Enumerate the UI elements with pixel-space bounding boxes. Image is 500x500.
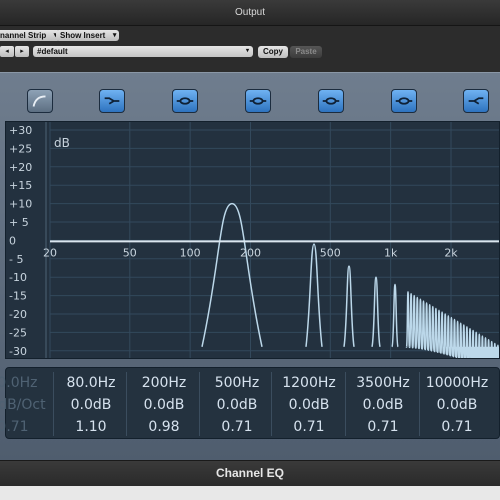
- channel-strip-menu[interactable]: nannel Strip ▾: [0, 30, 61, 41]
- spectrum-peak: [421, 300, 426, 350]
- band-5-q-value[interactable]: 0.71: [272, 419, 346, 435]
- show-insert-menu[interactable]: Show Insert ▾: [56, 30, 120, 41]
- band-6-q-value[interactable]: 0.71: [346, 419, 420, 435]
- bell-icon: [395, 97, 413, 105]
- x-tick-label: 200: [240, 246, 261, 259]
- spectrum-peak: [391, 283, 399, 348]
- bell-icon: [176, 97, 194, 105]
- show-insert-label: Show Insert: [60, 31, 106, 40]
- plugin-name: Channel EQ: [215, 466, 284, 480]
- spectrum-peak: [343, 265, 355, 347]
- db-label: dB: [54, 136, 70, 150]
- band-toggle-parametric-4[interactable]: [391, 89, 417, 113]
- y-tick-label: +10: [9, 198, 32, 211]
- y-tick-label: -30: [9, 345, 27, 358]
- band-parameters: 30.0Hz 24dB/Oct 0.71 80.0Hz 0.0dB 1.10 200Hz 0.…: [0, 367, 500, 439]
- y-tick-label: -20: [9, 308, 27, 321]
- chevron-down-icon: ▾: [112, 32, 117, 39]
- low-cut-icon: [32, 95, 46, 107]
- spectrum-peak: [433, 307, 439, 352]
- title-bar: Output: [0, 0, 500, 26]
- y-tick-label: -10: [9, 271, 27, 284]
- band-7-freq-value[interactable]: 10000Hz: [420, 375, 494, 391]
- spectrum-peak: [408, 293, 414, 348]
- x-tick-label: 20: [43, 246, 57, 259]
- band-4-freq-value[interactable]: 500Hz: [200, 375, 274, 391]
- band-toggle-parametric-2[interactable]: [245, 89, 271, 113]
- spectrum-peak: [427, 304, 433, 351]
- window-title: Output: [234, 7, 266, 18]
- y-tick-label: +30: [9, 124, 32, 137]
- copy-button[interactable]: Copy: [258, 46, 288, 58]
- channel-eq-panel: +30 +25 +20 +15 +10 + 5 0 - 5 -10 -15 -20 -25 -30 dB 2…: [0, 72, 500, 460]
- band-3-q-value[interactable]: 0.98: [127, 419, 201, 435]
- spectrum-peak: [371, 276, 381, 347]
- bell-icon: [322, 97, 340, 105]
- band-1-gain-value[interactable]: 24dB/Oct: [0, 397, 50, 413]
- paste-button[interactable]: Paste: [290, 46, 322, 58]
- spectrum-peak: [424, 302, 429, 351]
- band-6-freq-value[interactable]: 3500Hz: [346, 375, 420, 391]
- band-toggle-low-cut[interactable]: [27, 89, 53, 113]
- eq-graph[interactable]: +30 +25 +20 +15 +10 + 5 0 - 5 -10 -15 -20 -25 -30 dB 2…: [5, 121, 500, 359]
- band-2-gain-value[interactable]: 0.0dB: [54, 397, 128, 413]
- band-7-gain-value[interactable]: 0.0dB: [420, 397, 494, 413]
- y-tick-label: +25: [9, 142, 32, 155]
- band-toggle-high-shelf[interactable]: [463, 89, 489, 113]
- band-4-q-value[interactable]: 0.71: [200, 419, 274, 435]
- spectrum-peak: [405, 291, 411, 348]
- channel-strip-label: nannel Strip: [0, 31, 47, 40]
- y-tick-label: +20: [9, 161, 32, 174]
- x-tick-label: 500: [320, 246, 341, 259]
- x-tick-label: 2k: [444, 246, 458, 259]
- x-tick-label: 100: [180, 246, 201, 259]
- low-shelf-icon: [104, 97, 120, 105]
- y-tick-label: -15: [9, 290, 27, 303]
- spectrum-peak: [418, 298, 423, 350]
- spectrum-peak: [411, 294, 417, 349]
- band-4-gain-value[interactable]: 0.0dB: [200, 397, 274, 413]
- previous-preset-button[interactable]: ◂: [0, 46, 14, 57]
- y-tick-label: 0: [9, 234, 16, 247]
- y-tick-label: +15: [9, 179, 32, 192]
- band-2-q-value[interactable]: 1.10: [54, 419, 128, 435]
- y-tick-label: + 5: [9, 216, 29, 229]
- spectrum-peak: [436, 309, 442, 353]
- desktop-strip: [0, 486, 500, 500]
- preset-selector[interactable]: #default ▾: [33, 46, 253, 57]
- band-toggle-parametric-3[interactable]: [318, 89, 344, 113]
- band-1-freq-value[interactable]: 30.0Hz: [0, 375, 50, 391]
- bell-icon: [249, 97, 267, 105]
- x-tick-label: 50: [123, 246, 137, 259]
- chevron-down-icon: ▾: [245, 48, 249, 54]
- band-toggle-parametric-1[interactable]: [172, 89, 198, 113]
- next-preset-button[interactable]: ▸: [15, 46, 29, 57]
- band-6-gain-value[interactable]: 0.0dB: [346, 397, 420, 413]
- y-tick-label: -25: [9, 326, 27, 339]
- y-tick-label: - 5: [9, 253, 23, 266]
- band-5-freq-value[interactable]: 1200Hz: [272, 375, 346, 391]
- band-3-freq-value[interactable]: 200Hz: [127, 375, 201, 391]
- spectrum-peak: [495, 344, 499, 358]
- band-2-freq-value[interactable]: 80.0Hz: [54, 375, 128, 391]
- band-3-gain-value[interactable]: 0.0dB: [127, 397, 201, 413]
- band-1-q-value[interactable]: 0.71: [0, 419, 50, 435]
- spectrum-peak: [201, 202, 263, 347]
- x-tick-label: 1k: [384, 246, 398, 259]
- spectrum-peak: [414, 296, 420, 349]
- plugin-window: Output nannel Strip ▾ Show Insert ▾ ◂ ▸ …: [0, 0, 500, 500]
- band-toggle-low-shelf[interactable]: [99, 89, 125, 113]
- band-7-q-value[interactable]: 0.71: [420, 419, 494, 435]
- eq-graph-canvas: +30 +25 +20 +15 +10 + 5 0 - 5 -10 -15 -20 -25 -30 dB 2…: [9, 122, 499, 358]
- preset-value: #default: [37, 47, 68, 56]
- band-5-gain-value[interactable]: 0.0dB: [272, 397, 346, 413]
- high-shelf-icon: [468, 97, 484, 105]
- spectrum-peak: [430, 305, 436, 352]
- plugin-footer: Channel EQ: [0, 460, 500, 486]
